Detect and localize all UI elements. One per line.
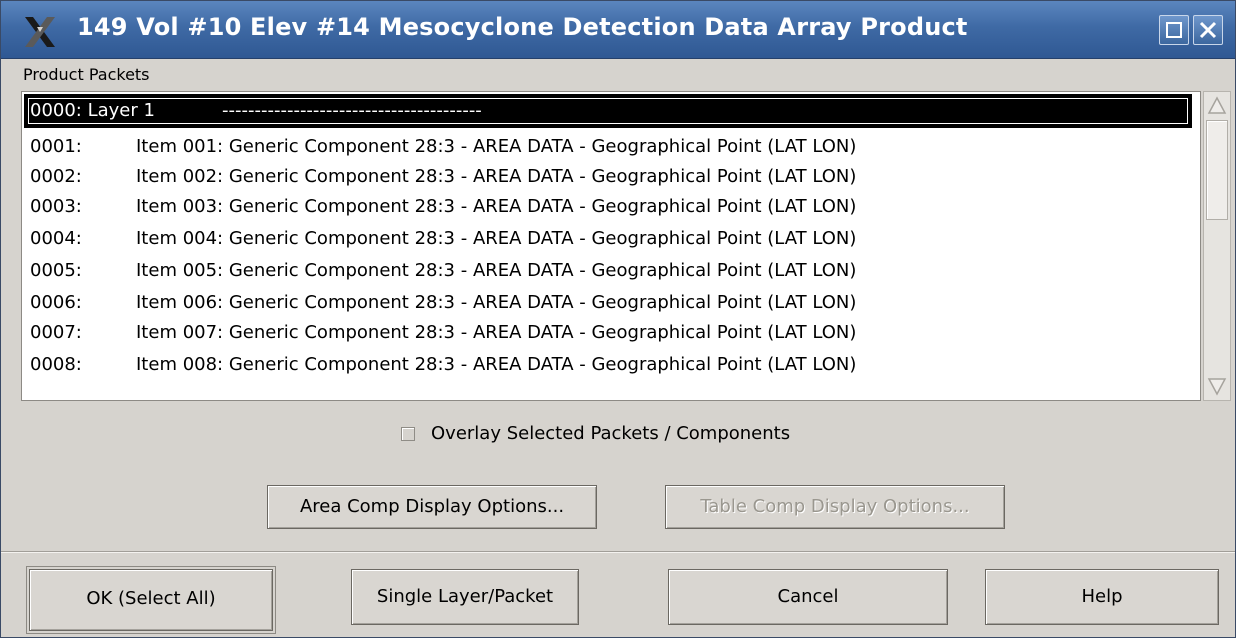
list-item-index: 0007:	[30, 322, 82, 343]
list-item[interactable]: 0001: Item 001: Generic Component 28:3 -…	[26, 132, 1190, 162]
list-item-desc: Item 002: Generic Component 28:3 - AREA …	[136, 166, 857, 187]
title-bar[interactable]: 149 Vol #10 Elev #14 Mesocyclone Detecti…	[1, 1, 1235, 59]
list-item-desc: Item 007: Generic Component 28:3 - AREA …	[136, 322, 857, 343]
x-logo-icon	[25, 17, 55, 47]
list-item-index: 0003:	[30, 196, 82, 217]
list-item[interactable]: 0007: Item 007: Generic Component 28:3 -…	[26, 318, 1190, 348]
help-button[interactable]: Help	[985, 569, 1219, 625]
list-item-index: 0006:	[30, 292, 82, 313]
list-item[interactable]: 0008: Item 008: Generic Component 28:3 -…	[26, 350, 1190, 380]
list-item-desc: Item 008: Generic Component 28:3 - AREA …	[136, 354, 857, 375]
divider	[1, 551, 1235, 553]
list-item-index: 0005:	[30, 260, 82, 281]
list-item-desc: Item 006: Generic Component 28:3 - AREA …	[136, 292, 857, 313]
list-item-desc: Item 004: Generic Component 28:3 - AREA …	[136, 228, 857, 249]
list-item-desc: Item 005: Generic Component 28:3 - AREA …	[136, 260, 857, 281]
ok-select-all-button[interactable]: OK (Select All)	[26, 566, 276, 634]
scroll-down-arrow-icon[interactable]	[1206, 374, 1228, 398]
list-item[interactable]: 0006: Item 006: Generic Component 28:3 -…	[26, 288, 1190, 318]
table-comp-display-options-button: Table Comp Display Options...	[665, 485, 1005, 529]
list-item[interactable]: 0000: Layer 1 --------------------------…	[24, 94, 1192, 128]
list-item[interactable]: 0003: Item 003: Generic Component 28:3 -…	[26, 192, 1190, 222]
cancel-button[interactable]: Cancel	[668, 569, 948, 625]
list-item-desc: Item 003: Generic Component 28:3 - AREA …	[136, 196, 857, 217]
list-item-index: 0004:	[30, 228, 82, 249]
list-item-index: 0002:	[30, 166, 82, 187]
close-button[interactable]	[1193, 15, 1223, 45]
area-comp-display-options-button[interactable]: Area Comp Display Options...	[267, 485, 597, 529]
scroll-thumb[interactable]	[1206, 120, 1228, 220]
product-packets-label: Product Packets	[23, 65, 150, 84]
product-packets-list[interactable]: 0000: Layer 1 --------------------------…	[21, 91, 1201, 401]
list-item[interactable]: 0005: Item 005: Generic Component 28:3 -…	[26, 256, 1190, 286]
list-item-index: 0001:	[30, 136, 82, 157]
list-item[interactable]: 0004: Item 004: Generic Component 28:3 -…	[26, 224, 1190, 254]
close-icon	[1199, 21, 1217, 39]
list-scrollbar[interactable]	[1203, 91, 1231, 401]
list-item-desc: ----------------------------------------	[222, 100, 482, 121]
window-title: 149 Vol #10 Elev #14 Mesocyclone Detecti…	[77, 13, 968, 41]
dialog-window: 149 Vol #10 Elev #14 Mesocyclone Detecti…	[0, 0, 1236, 638]
overlay-checkbox-label[interactable]: Overlay Selected Packets / Components	[431, 423, 790, 444]
single-layer-packet-button[interactable]: Single Layer/Packet	[351, 569, 579, 625]
scroll-up-arrow-icon[interactable]	[1206, 94, 1228, 118]
maximize-icon	[1166, 22, 1182, 38]
overlay-checkbox[interactable]	[401, 427, 415, 441]
maximize-button[interactable]	[1159, 15, 1189, 45]
list-item-index: 0000: Layer 1	[30, 100, 155, 121]
list-item-index: 0008:	[30, 354, 82, 375]
list-item[interactable]: 0002: Item 002: Generic Component 28:3 -…	[26, 162, 1190, 192]
list-item-desc: Item 001: Generic Component 28:3 - AREA …	[136, 136, 857, 157]
